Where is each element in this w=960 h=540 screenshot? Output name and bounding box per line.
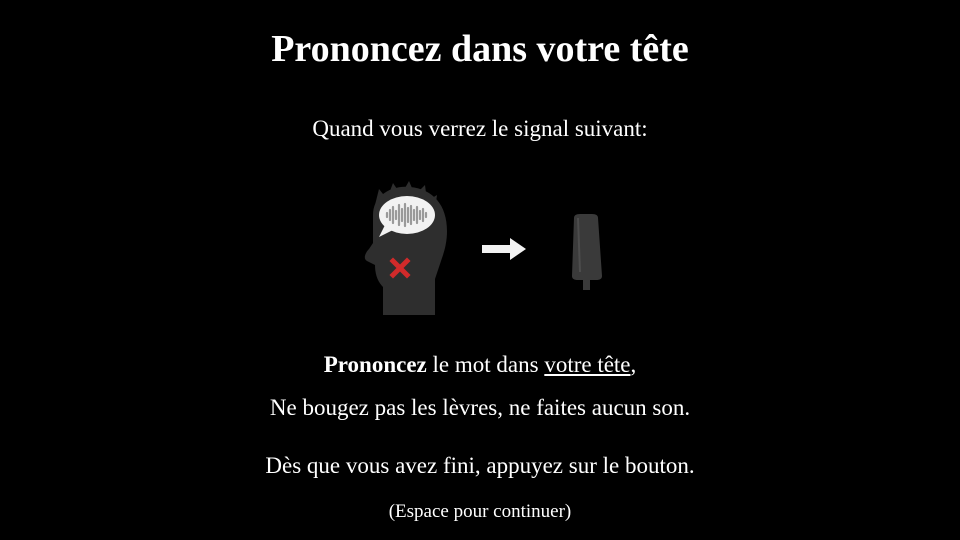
subtitle: Quand vous verrez le signal suivant: [312, 116, 648, 141]
continue-hint: (Espace pour continuer) [388, 501, 572, 522]
emphasis-votre-tete: votre tête [544, 352, 631, 377]
instruction-line-1-end: , [630, 352, 637, 377]
instruction-line-1-middle: le mot dans [426, 352, 545, 377]
head-with-speech-bubble-icon [364, 181, 447, 315]
arrow-right-icon [482, 238, 526, 260]
instruction-line-3: Dès que vous avez fini, appuyez sur le b… [265, 453, 695, 478]
instruction-line-2: Ne bougez pas les lèvres, ne faites aucu… [269, 395, 691, 420]
instruction-line-1: Prononcez le mot dans votre tête, [0, 350, 960, 380]
emphasis-prononcez: Prononcez [323, 352, 427, 377]
push-button-icon [572, 214, 602, 290]
page-title: Prononcez dans votre tête [271, 28, 689, 70]
signal-illustration [340, 170, 640, 320]
